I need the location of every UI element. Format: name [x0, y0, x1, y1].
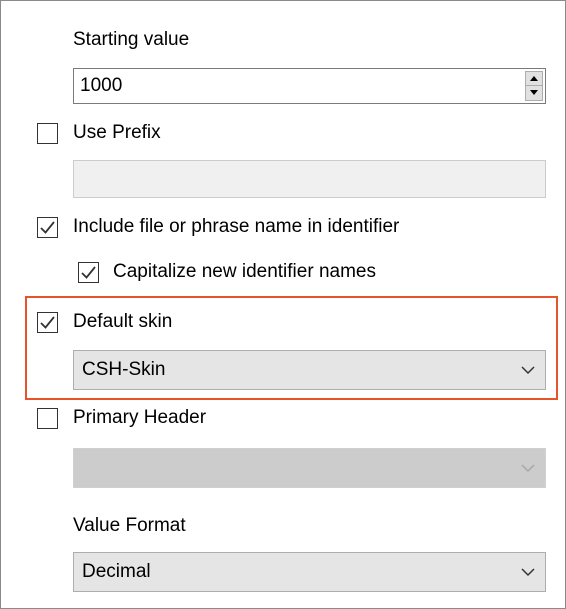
starting-value-text[interactable]: 1000 — [80, 74, 122, 98]
check-mark-icon — [40, 221, 55, 234]
primary-header-checkbox[interactable] — [37, 408, 58, 429]
spin-down-button[interactable] — [525, 86, 543, 101]
settings-panel: Starting value 1000 Use Prefix Include f… — [0, 0, 566, 609]
include-name-checkbox[interactable] — [37, 217, 58, 238]
primary-header-label[interactable]: Primary Header — [73, 406, 206, 430]
default-skin-checkbox[interactable] — [37, 312, 58, 333]
prefix-input[interactable] — [73, 160, 546, 198]
check-mark-icon — [81, 266, 96, 279]
capitalize-checkbox[interactable] — [78, 262, 99, 283]
default-skin-dropdown[interactable]: CSH-Skin — [73, 350, 546, 390]
starting-value-label: Starting value — [73, 29, 190, 50]
value-format-dropdown[interactable]: Decimal — [73, 552, 546, 592]
include-name-label[interactable]: Include file or phrase name in identifie… — [73, 215, 399, 239]
default-skin-label[interactable]: Default skin — [73, 310, 172, 334]
use-prefix-label[interactable]: Use Prefix — [73, 121, 161, 145]
value-format-selected: Decimal — [82, 561, 151, 582]
primary-header-dropdown[interactable] — [73, 448, 546, 488]
use-prefix-checkbox[interactable] — [37, 123, 58, 144]
chevron-down-icon — [521, 464, 535, 473]
capitalize-label[interactable]: Capitalize new identifier names — [113, 260, 376, 284]
starting-value-spinbox[interactable]: 1000 — [73, 68, 546, 104]
chevron-down-icon — [521, 568, 535, 577]
spin-up-button[interactable] — [525, 71, 543, 86]
check-mark-icon — [40, 316, 55, 329]
triangle-down-icon — [530, 90, 538, 95]
triangle-up-icon — [530, 76, 538, 81]
spin-buttons — [525, 71, 543, 101]
value-format-label: Value Format — [73, 515, 186, 536]
chevron-down-icon — [521, 366, 535, 375]
default-skin-selected: CSH-Skin — [82, 359, 166, 380]
